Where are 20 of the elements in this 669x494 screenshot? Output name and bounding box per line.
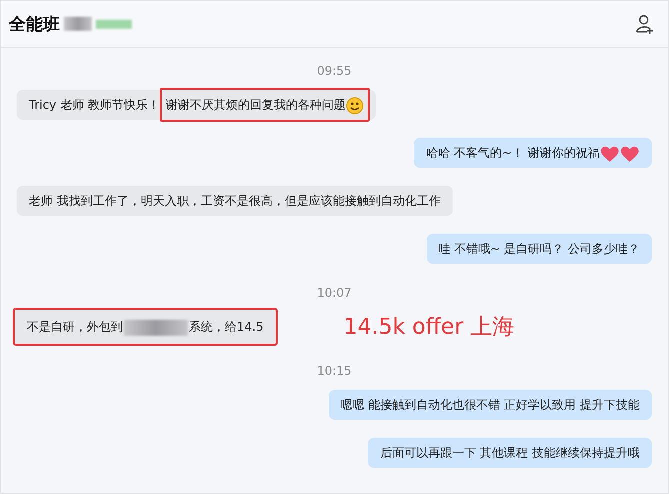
message-text: 不是自研，外包到 <box>27 319 123 336</box>
message-text: 谢谢不厌其烦的回复我的各种问题 <box>160 88 370 122</box>
redacted-text <box>124 320 188 336</box>
timestamp: 09:55 <box>316 64 353 78</box>
message-text: 哇 不错哦~ 是自研吗？ 公司多少哇？ <box>438 241 640 258</box>
heart-icon <box>600 144 620 163</box>
message-text: 嗯嗯 能接触到自动化也很不错 正好学以致用 提升下技能 <box>340 397 640 414</box>
heart-icon <box>620 144 640 163</box>
message-text: 后面可以再跟一下 其他课程 技能继续保持提升哦 <box>380 445 640 462</box>
chat-title: 全能班 <box>9 14 60 36</box>
redacted-tag <box>96 20 132 28</box>
timestamp: 10:07 <box>316 286 353 300</box>
smiley-icon <box>346 96 364 115</box>
message-text: 系统，给14.5 <box>189 319 264 336</box>
message-text: Tricy 老师 教师节快乐！ <box>29 97 160 114</box>
timestamp: 10:15 <box>316 364 353 378</box>
annotation-text: 14.5k offer 上海 <box>344 314 515 342</box>
message-text: 哈哈 不客气的~！ 谢谢你的祝福 <box>426 143 640 163</box>
message-text: 老师 我找到工作了，明天入职，工资不是很高，但是应该能接触到自动化工作 <box>29 193 441 210</box>
add-member-icon[interactable] <box>636 14 656 34</box>
